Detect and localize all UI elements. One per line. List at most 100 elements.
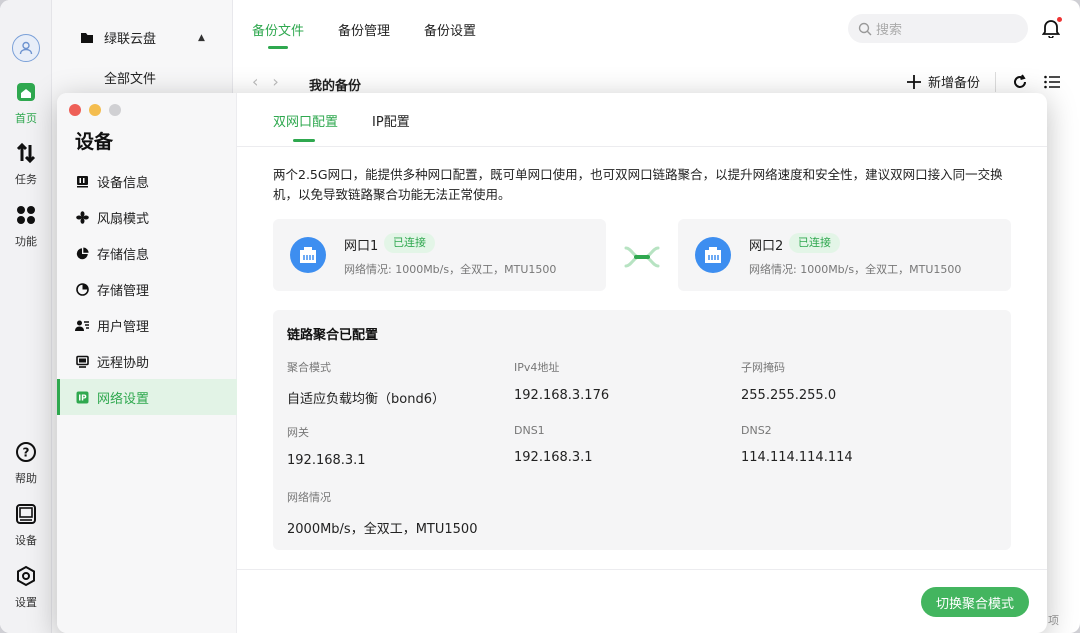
transfer-arrows-icon	[14, 141, 38, 165]
menu-item-label: 存储管理	[97, 283, 150, 299]
dialog-minimize-button[interactable]	[89, 104, 101, 116]
dialog-menu: 设备信息 风扇模式 存储信息 存储管理 用户管理 远程协助 IP 网络设置	[57, 163, 237, 415]
rail-item-home[interactable]: 首页	[0, 80, 52, 126]
field-value: 255.255.255.0	[741, 388, 837, 403]
user-icon	[19, 41, 33, 55]
breadcrumb: 我的备份	[309, 79, 362, 94]
field-key: IPv4地址	[514, 361, 560, 374]
switch-aggregation-mode-button[interactable]: 切换聚合模式	[921, 587, 1029, 617]
dialog-zoom-button[interactable]	[109, 104, 121, 116]
port-name: 网口2	[749, 239, 784, 254]
field-network-status: 网络情况 2000Mb/s，全双工，MTU1500	[287, 489, 477, 537]
field-ipv4: IPv4地址 192.168.3.176	[514, 359, 609, 403]
field-value: 192.168.3.176	[514, 388, 610, 403]
device-info-icon	[75, 174, 89, 188]
dialog-close-button[interactable]	[69, 104, 81, 116]
tab-dual-port-config[interactable]: 双网口配置	[273, 111, 338, 142]
ethernet-port-icon	[695, 237, 731, 273]
menu-item-remote-assist[interactable]: 远程协助	[57, 343, 237, 379]
menu-item-label: 设备信息	[97, 175, 150, 191]
pie-chart-icon	[75, 246, 89, 260]
port-info: 网络情况: 1000Mb/s，全双工，MTU1500	[344, 263, 557, 276]
network-settings-panel: 双网口配置 IP配置 两个2.5G网口，能提供多种网口配置，既可单网口使用，也可…	[237, 93, 1047, 633]
field-value: 114.114.114.114	[741, 450, 853, 465]
menu-item-network-settings[interactable]: IP 网络设置	[57, 379, 237, 415]
device-icon	[14, 502, 38, 526]
storage-manage-icon	[75, 282, 89, 296]
tab-ip-config[interactable]: IP配置	[372, 111, 410, 142]
monitor-icon	[75, 354, 89, 368]
fan-icon	[75, 210, 89, 224]
svg-text:?: ?	[23, 446, 30, 460]
notification-dot	[1057, 17, 1062, 22]
folder-icon	[81, 32, 93, 43]
forward-arrow-icon[interactable]: ›	[272, 72, 278, 91]
menu-item-user-manage[interactable]: 用户管理	[57, 307, 237, 343]
field-key: 网络情况	[287, 491, 331, 504]
tab-backup-files[interactable]: 备份文件	[252, 20, 304, 49]
search-placeholder: 搜索	[876, 23, 903, 38]
port-card-1: 网口1 已连接 网络情况: 1000Mb/s，全双工，MTU1500	[273, 219, 606, 291]
refresh-icon[interactable]	[1011, 73, 1029, 91]
cloud-drive-label: 绿联云盘	[104, 32, 157, 47]
menu-item-label: 存储信息	[97, 247, 150, 263]
rail-item-settings[interactable]: 设置	[0, 564, 52, 610]
settings-hex-icon	[14, 564, 38, 588]
menu-item-device-info[interactable]: 设备信息	[57, 163, 237, 199]
rail-tasks-label: 任务	[15, 173, 37, 186]
link-aggregation-icon	[624, 246, 660, 268]
toolbar-divider	[995, 72, 996, 92]
ip-icon: IP	[75, 390, 89, 404]
rail-item-tasks[interactable]: 任务	[0, 141, 52, 187]
tab-backup-settings[interactable]: 备份设置	[424, 20, 476, 49]
rail-features-label: 功能	[15, 235, 37, 248]
field-value: 2000Mb/s，全双工，MTU1500	[287, 522, 478, 537]
corner-text: 项	[1048, 614, 1059, 627]
tab-backup-manage[interactable]: 备份管理	[338, 20, 390, 49]
history-nav: ‹ ›	[252, 72, 279, 91]
field-key: DNS1	[514, 424, 545, 437]
menu-item-storage-info[interactable]: 存储信息	[57, 235, 237, 271]
field-value: 192.168.3.1	[514, 450, 593, 465]
add-backup-button[interactable]: 新增备份	[906, 72, 980, 91]
cloud-drive-item[interactable]: 绿联云盘 ▲	[80, 28, 205, 47]
tab-divider	[237, 146, 1047, 147]
menu-item-storage-manage[interactable]: 存储管理	[57, 271, 237, 307]
ethernet-port-icon	[290, 237, 326, 273]
aggregation-details: 链路聚合已配置 聚合模式 自适应负载均衡（bond6） IPv4地址 192.1…	[273, 310, 1011, 550]
rail-item-help[interactable]: ? 帮助	[0, 440, 52, 486]
field-value: 自适应负载均衡（bond6）	[287, 392, 445, 407]
list-view-icon[interactable]	[1043, 73, 1061, 91]
rail-home-label: 首页	[15, 112, 37, 125]
status-badge: 已连接	[789, 233, 840, 253]
menu-item-label: 风扇模式	[97, 211, 150, 227]
rail-item-device[interactable]: 设备	[0, 502, 52, 548]
all-files-item[interactable]: 全部文件	[104, 68, 156, 87]
port-info: 网络情况: 1000Mb/s，全双工，MTU1500	[749, 263, 962, 276]
dialog-sidebar: 设备 设备信息 风扇模式 存储信息 存储管理 用户管理 远程协助 IP 网络设置	[57, 93, 237, 633]
rail-item-features[interactable]: 功能	[0, 203, 52, 249]
menu-item-fan-mode[interactable]: 风扇模式	[57, 199, 237, 235]
apps-grid-icon	[14, 203, 38, 227]
field-dns1: DNS1 192.168.3.1	[514, 424, 593, 465]
device-settings-dialog: 设备 设备信息 风扇模式 存储信息 存储管理 用户管理 远程协助 IP 网络设置…	[57, 93, 1047, 633]
avatar[interactable]	[12, 34, 40, 62]
description-text: 两个2.5G网口，能提供多种网口配置，既可单网口使用，也可双网口链路聚合，以提升…	[273, 167, 1003, 202]
plus-icon	[907, 74, 921, 89]
search-icon	[858, 22, 872, 35]
menu-item-label: 网络设置	[97, 391, 150, 407]
svg-text:IP: IP	[78, 393, 87, 402]
dialog-window-controls	[69, 104, 121, 116]
app-icon-rail: 首页 任务 功能 ? 帮助 设备 设置	[0, 0, 52, 633]
rail-settings-label: 设置	[15, 596, 37, 609]
search-input[interactable]: 搜索	[848, 14, 1028, 43]
notification-bell-icon[interactable]	[1041, 17, 1062, 39]
backup-tabs: 备份文件 备份管理 备份设置	[252, 20, 476, 49]
rail-help-label: 帮助	[15, 472, 37, 485]
field-bond-mode: 聚合模式 自适应负载均衡（bond6）	[287, 359, 445, 407]
menu-item-label: 远程协助	[97, 355, 150, 371]
field-key: DNS2	[741, 424, 772, 437]
status-badge: 已连接	[384, 233, 435, 253]
caret-up-icon[interactable]: ▲	[198, 33, 205, 43]
back-arrow-icon[interactable]: ‹	[252, 72, 258, 91]
